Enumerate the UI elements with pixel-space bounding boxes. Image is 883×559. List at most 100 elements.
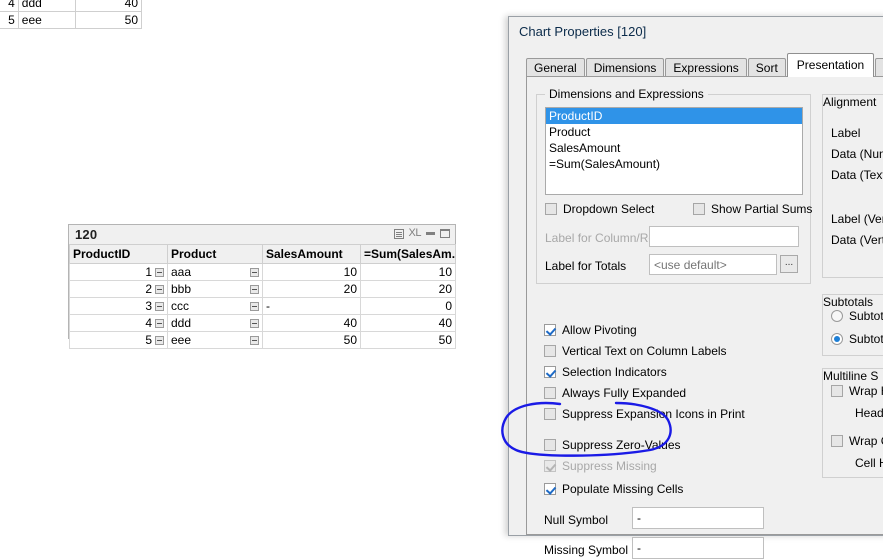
cell-salesamount[interactable]: - <box>263 298 361 315</box>
option-populate-missing-cells[interactable]: Populate Missing Cells <box>544 482 683 496</box>
cell-salesamount[interactable]: 20 <box>263 281 361 298</box>
send-to-report-icon[interactable] <box>394 229 404 239</box>
option-suppress-expansion-icons-in-print[interactable]: Suppress Expansion Icons in Print <box>544 407 745 421</box>
cell-productid[interactable]: 1 <box>70 264 168 281</box>
option-selection-indicators[interactable]: Selection Indicators <box>544 365 667 379</box>
label-for-column-row-input[interactable] <box>649 226 799 247</box>
alignment-data-numeric-row: Data (Num <box>831 147 883 161</box>
collapse-icon[interactable] <box>155 302 164 311</box>
listbox-item-product[interactable]: Product <box>546 124 802 140</box>
export-to-excel-icon[interactable]: XL <box>409 228 421 239</box>
alignment-label-row: Label <box>831 126 860 140</box>
cell-salesamount[interactable]: 50 <box>263 332 361 349</box>
cell-salesamount[interactable]: 40 <box>263 315 361 332</box>
subtotals-radio-top[interactable]: Subtota <box>831 309 883 323</box>
tab-dimensions[interactable]: Dimensions <box>586 58 665 77</box>
listbox-item-productid[interactable]: ProductID <box>546 108 802 124</box>
radio-icon[interactable] <box>831 310 843 322</box>
label-for-totals-label: Label for Totals <box>545 259 626 273</box>
cell-productid[interactable]: 4 <box>70 315 168 332</box>
collapse-icon[interactable] <box>250 319 259 328</box>
cell-sum[interactable]: 50 <box>361 332 456 349</box>
cell-product[interactable]: ddd <box>168 315 263 332</box>
cell-product[interactable]: ccc <box>168 298 263 315</box>
checkbox-icon[interactable] <box>831 435 843 447</box>
label-for-totals-browse-button[interactable]: ... <box>780 255 798 273</box>
tab-visual-cues[interactable]: Visual Cues <box>875 58 883 77</box>
collapse-icon[interactable] <box>250 268 259 277</box>
listbox-item-sum-salesamount[interactable]: =Sum(SalesAmount) <box>546 156 802 172</box>
cell-sum[interactable]: 20 <box>361 281 456 298</box>
checkbox-icon[interactable] <box>544 366 556 378</box>
show-partial-sums-checkbox[interactable]: Show Partial Sums <box>693 202 812 216</box>
pivot-table[interactable]: ProductID Product SalesAmount =Sum(Sales… <box>69 244 456 349</box>
listbox-item-salesamount[interactable]: SalesAmount <box>546 140 802 156</box>
cell-productid[interactable]: 5 <box>70 332 168 349</box>
cell-salesamount[interactable]: 10 <box>263 264 361 281</box>
pivot-table-object[interactable]: 120 XL ProductID Product SalesAmount =Su… <box>68 224 456 339</box>
missing-symbol-input[interactable] <box>632 537 764 559</box>
checkbox-icon[interactable] <box>831 385 843 397</box>
cell-product[interactable]: eee <box>168 332 263 349</box>
checkbox-icon[interactable] <box>544 408 556 420</box>
collapse-icon[interactable] <box>155 268 164 277</box>
tab-expressions[interactable]: Expressions <box>665 58 746 77</box>
option-allow-pivoting[interactable]: Allow Pivoting <box>544 323 637 337</box>
checkbox-icon[interactable] <box>544 345 556 357</box>
dimensions-expressions-listbox[interactable]: ProductID Product SalesAmount =Sum(Sales… <box>545 107 803 195</box>
checkbox-icon[interactable] <box>693 203 705 215</box>
alignment-data-text-row: Data (Text <box>831 168 883 182</box>
option-suppress-zero-values[interactable]: Suppress Zero-Values <box>544 438 681 452</box>
checkbox-icon[interactable] <box>545 203 557 215</box>
checkbox-icon[interactable] <box>544 483 556 495</box>
column-header-sum-expression[interactable]: =Sum(SalesAm... <box>361 245 456 264</box>
collapse-icon[interactable] <box>250 336 259 345</box>
cell-amount: 50 <box>75 12 141 29</box>
column-header-salesamount[interactable]: SalesAmount <box>263 245 361 264</box>
cell-value: aaa <box>171 265 191 279</box>
checkbox-icon[interactable] <box>544 387 556 399</box>
tab-general[interactable]: General <box>526 58 585 77</box>
group-title: Multiline S <box>823 369 878 383</box>
collapse-icon[interactable] <box>155 319 164 328</box>
cell-value: 2 <box>73 282 152 296</box>
cell-productid[interactable]: 2 <box>70 281 168 298</box>
alignment-label-vertical-row: Label (Vert <box>831 212 883 226</box>
collapse-icon[interactable] <box>155 285 164 294</box>
cell-sum[interactable]: 40 <box>361 315 456 332</box>
option-always-fully-expanded[interactable]: Always Fully Expanded <box>544 386 686 400</box>
checkbox-icon[interactable] <box>544 324 556 336</box>
radio-icon[interactable] <box>831 333 843 345</box>
null-symbol-input[interactable] <box>632 507 764 529</box>
group-title: Dimensions and Expressions <box>545 87 708 101</box>
cell-value: bbb <box>171 282 191 296</box>
wrap-cell-text-checkbox[interactable]: Wrap C <box>831 434 883 448</box>
dropdown-select-checkbox[interactable]: Dropdown Select <box>545 202 654 216</box>
dialog-title-bar[interactable]: Chart Properties [120] <box>509 17 883 47</box>
cell-productid[interactable]: 3 <box>70 298 168 315</box>
cell-product[interactable]: aaa <box>168 264 263 281</box>
cell-sum[interactable]: 0 <box>361 298 456 315</box>
checkbox-icon[interactable] <box>544 439 556 451</box>
collapse-icon[interactable] <box>155 336 164 345</box>
label-for-totals-input[interactable] <box>649 254 777 275</box>
chart-properties-dialog[interactable]: Chart Properties [120] General Dimension… <box>508 16 883 536</box>
maximize-icon[interactable] <box>440 229 450 238</box>
tab-sort[interactable]: Sort <box>748 58 786 77</box>
subtotals-radio-bottom[interactable]: Subtota <box>831 332 883 346</box>
collapse-icon[interactable] <box>250 285 259 294</box>
cell-sum[interactable]: 10 <box>361 264 456 281</box>
checkbox-label: Allow Pivoting <box>562 323 637 337</box>
tab-presentation[interactable]: Presentation <box>787 53 874 77</box>
tab-strip[interactable]: General Dimensions Expressions Sort Pres… <box>526 53 883 77</box>
column-header-productid[interactable]: ProductID <box>70 245 168 264</box>
collapse-icon[interactable] <box>250 302 259 311</box>
cell-id: 5 <box>0 12 18 29</box>
minimize-icon[interactable] <box>426 232 435 235</box>
column-header-product[interactable]: Product <box>168 245 263 264</box>
option-vertical-text-on-column-labels[interactable]: Vertical Text on Column Labels <box>544 344 727 358</box>
cell-product[interactable]: bbb <box>168 281 263 298</box>
cell-product: eee <box>18 12 75 29</box>
radio-label: Subtota <box>849 309 883 323</box>
wrap-header-text-checkbox[interactable]: Wrap H <box>831 384 883 398</box>
